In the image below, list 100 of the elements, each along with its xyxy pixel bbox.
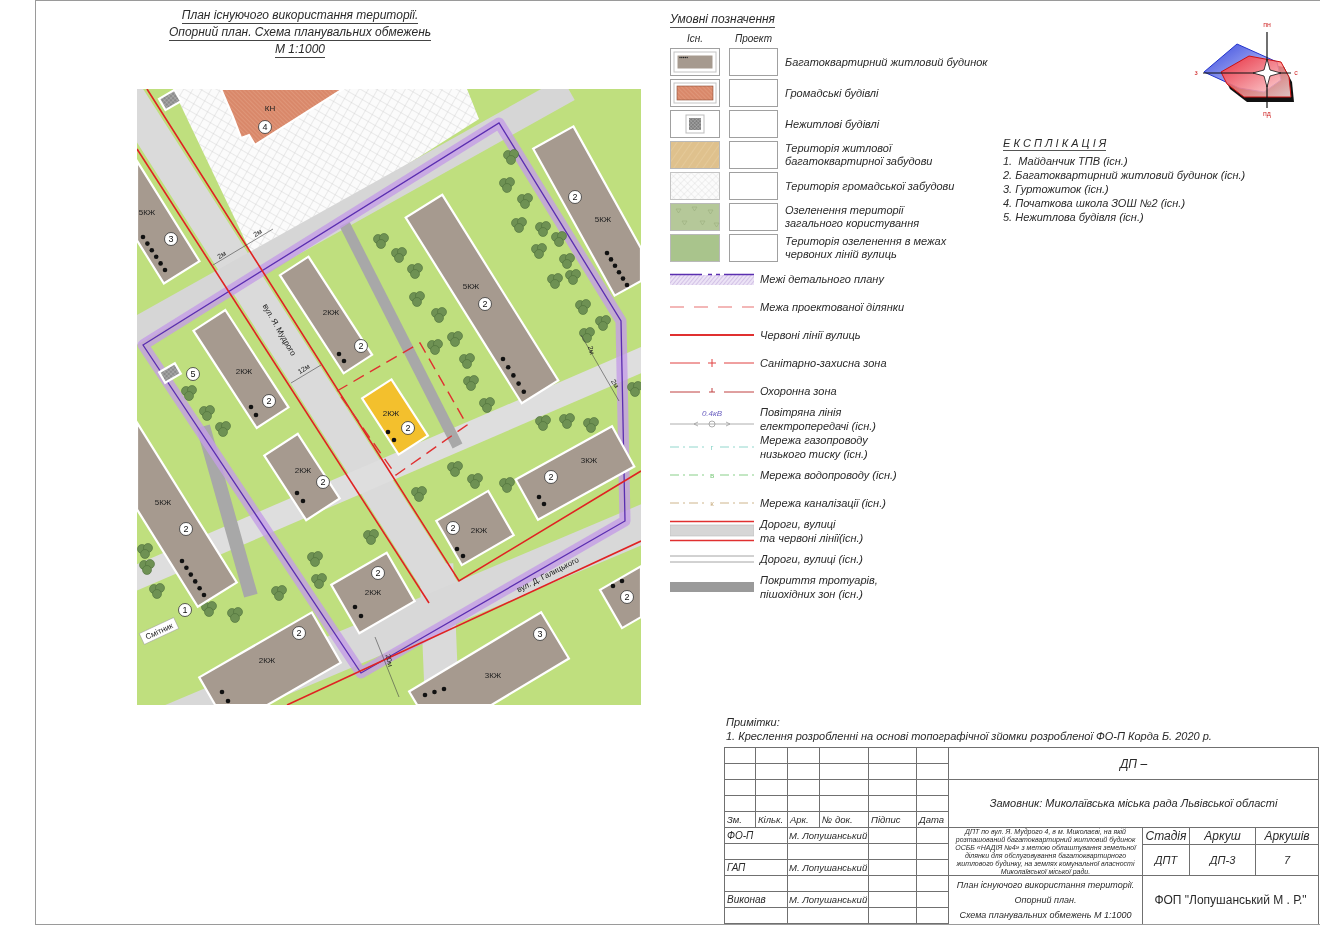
column-header: Існ. [686,31,704,46]
empty-swatch-icon [729,203,778,231]
dot-icon [294,490,300,496]
building [598,564,641,630]
tree-cluster-icon [595,315,611,331]
tree-cluster-icon [271,585,287,601]
tree-cluster-icon [499,477,515,493]
building-label: 5КЖ [594,215,612,224]
dot-icon [500,356,506,362]
explication-title: Е К С П Л І К А Ц І Я [1003,137,1107,151]
legend-label: Територія громадської забудови [785,179,955,193]
column-header: № док. [822,813,853,826]
legend-label: Дороги, вулиці та червоні лінії(існ.) [760,517,864,545]
explication-item: 5. Нежитлова будівля (існ.) [1003,210,1145,224]
hatched-square-swatch-icon [670,110,720,138]
legend-label: Мережа водопроводу (існ.) [760,468,897,482]
signer-name: М. Лопушанський [789,829,868,842]
empty-swatch-icon [729,234,778,262]
signer-name: М. Лопушанський [789,893,868,906]
explication-item: 3. Гуртожиток (існ.) [1003,182,1110,196]
stage-value: ДП-3 [1209,852,1236,868]
dashed-line-icon [670,305,754,309]
tree-cluster-icon [139,559,155,575]
table-cell [869,876,917,892]
legend-label: Покриття тротуарів, пішохідних зон (існ.) [760,573,878,601]
column-header: Кільк. [758,813,784,826]
column-header: Проект [734,31,773,46]
tree-cluster-icon [511,217,527,233]
tree-cluster-icon [431,307,447,323]
drawing-title: План існуючого використання території. [181,7,419,24]
dash-line-icon [670,474,754,476]
tree-cluster-icon [427,339,443,355]
drawing-title: Опорний план. Схема планувальних обмежень [168,24,432,41]
dimension-line [290,364,322,384]
dot-icon [619,578,625,584]
power-line-icon [670,420,754,428]
table-cell [917,844,949,860]
legend-label: Санітарно-захисна зона [760,356,887,370]
tree-cluster-icon [363,529,379,545]
number-badge: 2 [544,470,558,484]
legend-label: Територія житлової багатоквартирної забудови [785,142,933,168]
table-cell [917,876,949,892]
tree-cluster-icon [579,327,595,343]
stage-header: Стадія [1145,829,1187,843]
tree-cluster-icon [181,385,197,401]
stage-header: Аркушів [1264,829,1310,843]
dot-icon [391,437,397,443]
number-badge: 2 [620,590,634,604]
legend-label: Територія озеленення в межах червоних ліній вулиць [785,235,947,261]
tree-cluster-icon [559,413,575,429]
number-badge: 2 [371,566,385,580]
tree-cluster-icon [499,177,515,193]
line-with-tick-icon [670,386,754,396]
dot-icon [422,692,428,698]
dot-icon [253,412,259,418]
dot-icon [505,364,511,370]
note-text: 1. Креслення розробленні на основі топографічної зйомки розробленої ФО-П Корда Б. 2020 р. [726,729,1213,743]
number-badge: 5 [186,367,200,381]
number-badge: 1 [178,603,192,617]
empty-swatch-icon [729,79,778,107]
dimension-line [580,334,620,402]
small-hatched-building [157,89,183,112]
column-header: Зм. [727,813,742,826]
tree-cluster-icon [311,573,327,589]
building-label: 5КЖ [138,208,156,217]
dot-icon [219,689,225,695]
legend-label: Мережа газопроводу низького тиску (існ.) [760,433,868,461]
tree-cluster-icon [137,543,153,559]
number-badge: 2 [478,297,492,311]
tree-cluster-icon [583,417,599,433]
tree-cluster-icon [391,247,407,263]
table-cell [869,780,917,796]
table-cell [756,780,788,796]
dot-icon [352,604,358,610]
tree-cluster-icon [215,421,231,437]
role-label: Виконав [727,893,766,906]
tree-cluster-icon [575,299,591,315]
table-cell [788,764,820,780]
number-badge: 2 [179,522,193,536]
legend-label: Межа проектованої ділянки [760,300,905,314]
tree-cluster-icon [535,221,551,237]
tree-cluster-icon [199,405,215,421]
company-name: ФОП "Лопушанський М . Р." [1154,892,1307,909]
sheet-title: План існуючого використання території. Опорний план. Схема планувальних обмежень М 1:1000 [956,878,1135,922]
table-cell [756,764,788,780]
legend-label: Мережа каналізації (існ.) [760,496,886,510]
tree-cluster-icon [551,231,567,247]
building-label: 5КЖ [462,282,480,291]
notes-title: Примітки: [726,715,781,729]
table-cell [788,780,820,796]
table-cell [917,908,949,924]
line-code-label: к [710,499,714,508]
building-label: 2КЖ [294,466,312,475]
tree-cluster-icon [307,551,323,567]
dot-icon [610,583,616,589]
legend-label: Громадські будівлі [785,86,879,100]
column-header: Підпис [871,813,901,826]
table-cell [820,764,869,780]
table-cell [869,844,917,860]
tree-cluster-icon [565,269,581,285]
